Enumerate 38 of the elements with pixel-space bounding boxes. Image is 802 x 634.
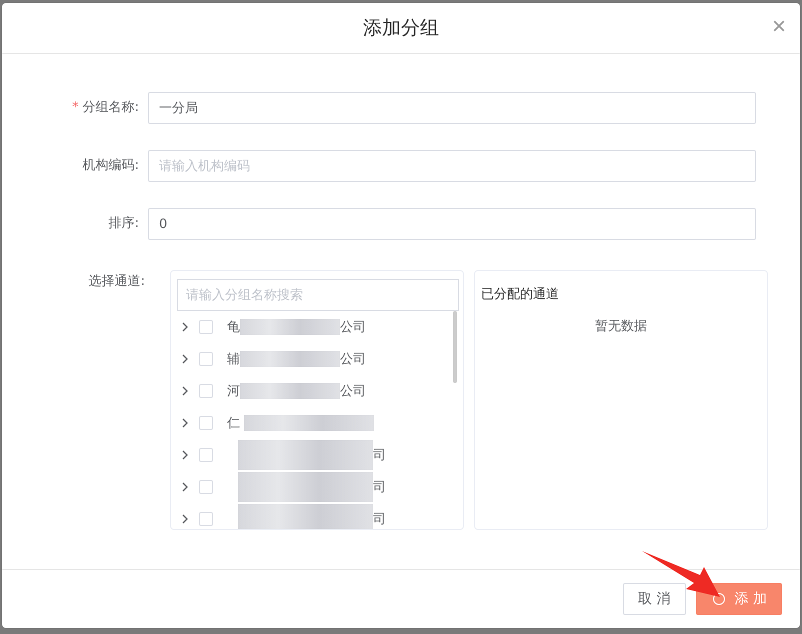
empty-text: 暂无数据 [595,318,647,335]
required-mark: * [72,100,79,115]
checkbox[interactable] [199,480,213,494]
item-name: 司 [373,511,386,528]
chevron-icon[interactable] [181,482,189,492]
item-name: 河 [227,383,240,400]
checkbox[interactable] [199,352,213,366]
item-name: 辅 [227,351,240,368]
chevron-icon[interactable] [181,450,189,460]
checkbox[interactable] [199,384,213,398]
input-field[interactable]: 请输入机构编码 [148,150,756,182]
checkbox[interactable] [199,448,213,462]
input-field[interactable]: 0 [148,208,756,240]
item-name: 公司 [340,383,366,400]
item-name: 龟 [227,319,240,336]
field-label: 选择通道: [88,274,145,289]
cancel-button[interactable]: 取 消 [623,583,686,615]
checkbox[interactable] [199,320,213,334]
chevron-icon[interactable] [181,418,189,428]
field-label: 分组名称: [82,100,139,115]
dialog-title: 添加分组 [363,16,439,41]
checkbox[interactable] [199,512,213,526]
chevron-icon[interactable] [181,386,189,396]
chevron-icon[interactable] [181,322,189,332]
item-name: 公司 [340,319,366,336]
scrollbar[interactable] [453,311,457,383]
item-name: 公司 [340,351,366,368]
item-name: 仁 [227,415,240,432]
field-label: 排序: [108,216,139,231]
item-name: 司 [373,479,386,496]
checkbox[interactable] [199,416,213,430]
search-field[interactable]: 请输入分组名称搜索 [177,279,459,311]
item-name: 司 [373,447,386,464]
chevron-icon[interactable] [181,354,189,364]
chevron-icon[interactable] [181,514,189,524]
panel-title: 已分配的通道 [481,286,560,303]
input-field[interactable]: 一分局 [148,92,756,124]
field-label: 机构编码: [82,158,139,173]
